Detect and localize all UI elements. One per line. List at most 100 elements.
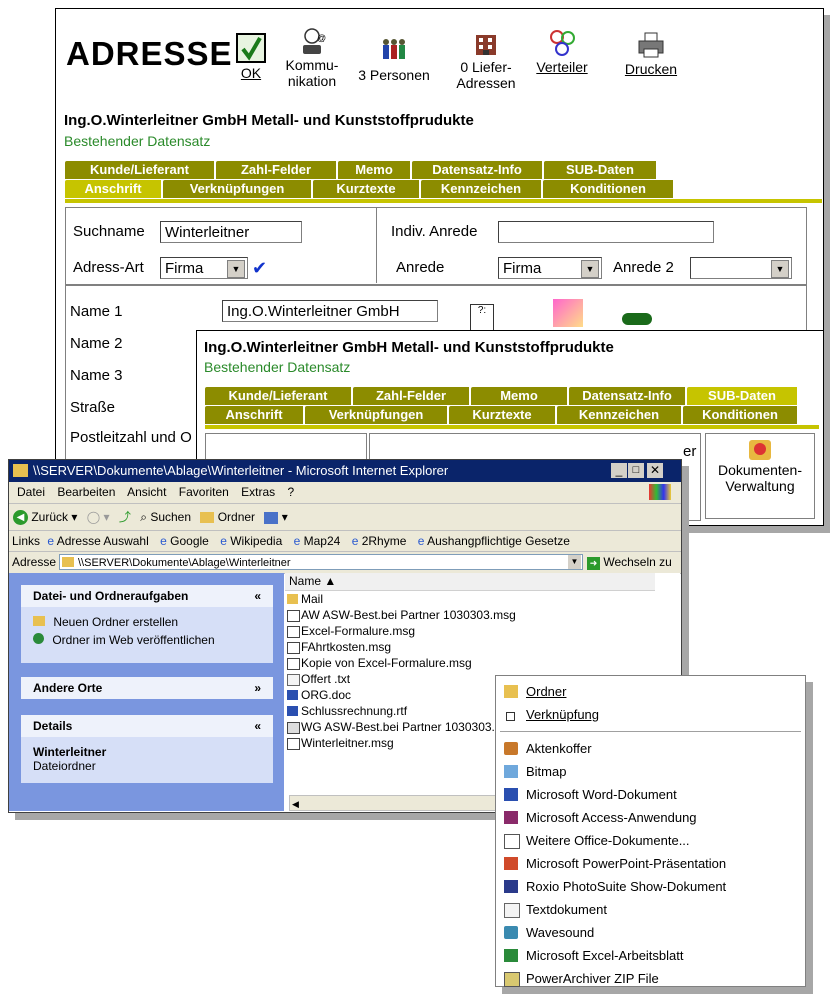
search-button[interactable]: ⌕ Suchen xyxy=(140,510,194,524)
indiv-anrede-input[interactable] xyxy=(498,221,714,243)
menu-item-ordner[interactable]: Ordner xyxy=(496,680,805,703)
word-doc-icon xyxy=(287,690,298,700)
link-map24[interactable]: e Map24 xyxy=(294,534,341,548)
menu-item-excel[interactable]: Microsoft Excel-Arbeitsblatt xyxy=(496,944,805,967)
details-header[interactable]: Details « xyxy=(21,715,273,737)
tab-memo[interactable]: Memo xyxy=(471,387,569,405)
name1-input[interactable]: Ing.O.Winterleitner GmbH xyxy=(222,300,438,322)
lieferadressen-button[interactable]: 0 Liefer- Adressen xyxy=(454,29,518,91)
kommunikation-button[interactable]: @ Kommu- nikation xyxy=(282,27,342,89)
chevron-down-icon[interactable]: ▼ xyxy=(227,260,245,278)
tab-kunde-lieferant[interactable]: Kunde/Lieferant xyxy=(65,161,216,179)
chevron-down-icon[interactable]: ▼ xyxy=(568,555,581,569)
expand-icon[interactable]: » xyxy=(254,677,261,699)
link-2rhyme[interactable]: e 2Rhyme xyxy=(352,534,407,548)
chevron-down-icon[interactable]: ▼ xyxy=(771,260,789,278)
document-icon[interactable]: ?: xyxy=(470,304,494,332)
file-item[interactable]: Mail xyxy=(285,591,680,607)
collapse-icon[interactable]: « xyxy=(254,585,261,607)
menu-item-bitmap[interactable]: Bitmap xyxy=(496,760,805,783)
tab-sub-daten[interactable]: SUB-Daten xyxy=(687,387,799,405)
chevron-down-icon[interactable]: ▼ xyxy=(581,260,599,278)
car-icon[interactable] xyxy=(622,313,652,325)
menu-item-word[interactable]: Microsoft Word-Dokument xyxy=(496,783,805,806)
tab-kurztexte[interactable]: Kurztexte xyxy=(313,180,421,198)
menu-datei[interactable]: Datei xyxy=(17,485,45,499)
adressart-select[interactable]: Firma ▼ xyxy=(160,257,248,279)
menu-item-powerpoint[interactable]: Microsoft PowerPoint-Präsentation xyxy=(496,852,805,875)
file-item[interactable]: Excel-Formalure.msg xyxy=(285,623,680,639)
menu-item-office[interactable]: Weitere Office-Dokumente... xyxy=(496,829,805,852)
menu-item-textdokument[interactable]: Textdokument xyxy=(496,898,805,921)
horizontal-scrollbar[interactable]: ◀ xyxy=(289,795,501,811)
verteiler-button[interactable]: Verteiler xyxy=(532,29,592,75)
tab-kurztexte[interactable]: Kurztexte xyxy=(449,406,557,424)
folders-button[interactable]: Ordner xyxy=(200,510,258,524)
link-aushang[interactable]: e Aushangpflichtige Gesetze xyxy=(418,534,570,548)
back-button[interactable]: ◀ Zurück ▾ xyxy=(13,510,81,526)
partial-label: er xyxy=(683,443,697,460)
menu-item-verknuepfung[interactable]: Verknüpfung xyxy=(496,703,805,726)
menu-item-roxio[interactable]: Roxio PhotoSuite Show-Dokument xyxy=(496,875,805,898)
ie-link-icon: e xyxy=(351,534,359,548)
file-item[interactable]: AW ASW-Best.bei Partner 1030303.msg xyxy=(285,607,680,623)
rtf-doc-icon xyxy=(287,706,298,716)
tab-anschrift[interactable]: Anschrift xyxy=(205,406,305,424)
tab-konditionen[interactable]: Konditionen xyxy=(543,180,675,198)
menu-favoriten[interactable]: Favoriten xyxy=(179,485,229,499)
new-folder-link[interactable]: Neuen Ordner erstellen xyxy=(33,615,273,633)
tasks-header[interactable]: Datei- und Ordneraufgaben « xyxy=(21,585,273,607)
link-wikipedia[interactable]: e Wikipedia xyxy=(220,534,282,548)
tab-anschrift[interactable]: Anschrift xyxy=(65,180,163,198)
tab-kunde-lieferant[interactable]: Kunde/Lieferant xyxy=(205,387,353,405)
link-adresse-auswahl[interactable]: e Adresse Auswahl xyxy=(47,534,148,548)
tab-datensatz-info[interactable]: Datensatz-Info xyxy=(569,387,687,405)
up-folder-icon[interactable]: ⤴ xyxy=(119,510,131,524)
tab-verknuepfungen[interactable]: Verknüpfungen xyxy=(163,180,313,198)
close-button[interactable]: ✕ xyxy=(647,463,663,478)
menu-item-wavesound[interactable]: Wavesound xyxy=(496,921,805,944)
palette-icon[interactable] xyxy=(553,299,583,327)
link-google[interactable]: e Google xyxy=(160,534,209,548)
menu-bearbeiten[interactable]: Bearbeiten xyxy=(57,485,115,499)
file-item[interactable]: Kopie von Excel-Formalure.msg xyxy=(285,655,680,671)
other-places-header[interactable]: Andere Orte » xyxy=(21,677,273,699)
address-input[interactable]: \\SERVER\Dokumente\Ablage\Winterleitner … xyxy=(59,554,583,570)
personen-button[interactable]: 3 Personen xyxy=(358,37,430,83)
views-button[interactable]: ▾ xyxy=(264,510,288,524)
tab-datensatz-info[interactable]: Datensatz-Info xyxy=(412,161,544,179)
forward-button[interactable]: ◯ ▾ xyxy=(87,510,110,524)
tab-sub-daten[interactable]: SUB-Daten xyxy=(544,161,658,179)
scroll-left-icon[interactable]: ◀ xyxy=(290,799,299,809)
drucken-button[interactable]: Drucken xyxy=(622,31,680,77)
tab-zahl-felder[interactable]: Zahl-Felder xyxy=(353,387,471,405)
column-header-name[interactable]: Name ▲ xyxy=(285,573,655,591)
folder-icon xyxy=(13,464,28,477)
menu-item-aktenkoffer[interactable]: Aktenkoffer xyxy=(496,737,805,760)
minimize-button[interactable]: _ xyxy=(611,463,627,478)
name2-label: Name 2 xyxy=(70,335,123,352)
tab-kennzeichen[interactable]: Kennzeichen xyxy=(557,406,683,424)
tab-konditionen[interactable]: Konditionen xyxy=(683,406,799,424)
checkmark-icon: ✔ xyxy=(252,258,268,278)
menu-help[interactable]: ? xyxy=(288,485,295,499)
suchname-input[interactable]: Winterleitner xyxy=(160,221,302,243)
menu-item-access[interactable]: Microsoft Access-Anwendung xyxy=(496,806,805,829)
tab-verknuepfungen[interactable]: Verknüpfungen xyxy=(305,406,449,424)
name3-label: Name 3 xyxy=(70,367,123,384)
menu-item-zip[interactable]: PowerArchiver ZIP File xyxy=(496,967,805,990)
anrede2-select[interactable]: ▼ xyxy=(690,257,792,279)
collapse-icon[interactable]: « xyxy=(254,715,261,737)
publish-web-link[interactable]: Ordner im Web veröffentlichen xyxy=(33,633,273,651)
tab-zahl-felder[interactable]: Zahl-Felder xyxy=(216,161,338,179)
tab-kennzeichen[interactable]: Kennzeichen xyxy=(421,180,543,198)
menu-extras[interactable]: Extras xyxy=(241,485,275,499)
maximize-button[interactable]: □ xyxy=(628,463,644,478)
menu-ansicht[interactable]: Ansicht xyxy=(127,485,166,499)
file-item[interactable]: FAhrtkosten.msg xyxy=(285,639,680,655)
dokumenten-verwaltung-button[interactable]: Dokumenten- Verwaltung xyxy=(705,433,815,519)
tab-memo[interactable]: Memo xyxy=(338,161,412,179)
go-button[interactable]: ➜ Wechseln zu xyxy=(587,552,672,573)
anrede-select[interactable]: Firma ▼ xyxy=(498,257,602,279)
ok-button[interactable]: OK xyxy=(231,33,271,81)
